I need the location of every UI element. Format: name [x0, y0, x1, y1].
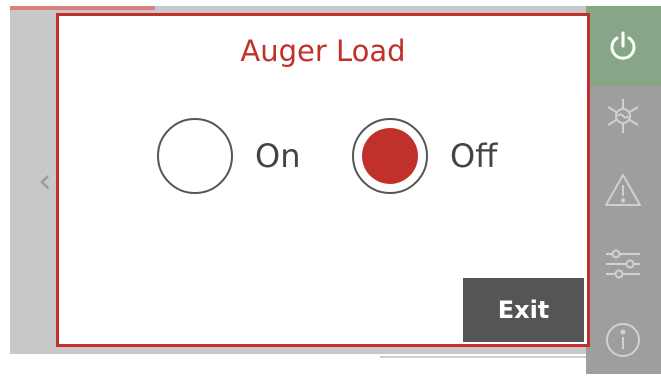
info-icon[interactable]: [598, 318, 648, 362]
radio-selected-dot: [362, 128, 418, 184]
chevron-left-icon[interactable]: ‹: [38, 161, 52, 201]
off-label: Off: [450, 137, 498, 175]
on-option[interactable]: On: [157, 116, 300, 196]
settings-sliders-icon[interactable]: [598, 242, 648, 286]
power-icon[interactable]: [598, 24, 648, 68]
defrost-icon[interactable]: [598, 94, 648, 138]
auger-load-dialog: Auger Load On Off Exit: [56, 13, 590, 347]
side-rail: [586, 6, 661, 374]
off-radio[interactable]: [352, 118, 428, 194]
on-radio[interactable]: [157, 118, 233, 194]
on-label: On: [255, 137, 301, 175]
bottom-strip: [10, 354, 586, 374]
exit-button[interactable]: Exit: [463, 278, 584, 342]
dialog-title: Auger Load: [240, 34, 406, 68]
top-tab-indicator: [10, 6, 155, 10]
off-option[interactable]: Off: [352, 116, 497, 196]
warning-icon[interactable]: [598, 168, 648, 212]
